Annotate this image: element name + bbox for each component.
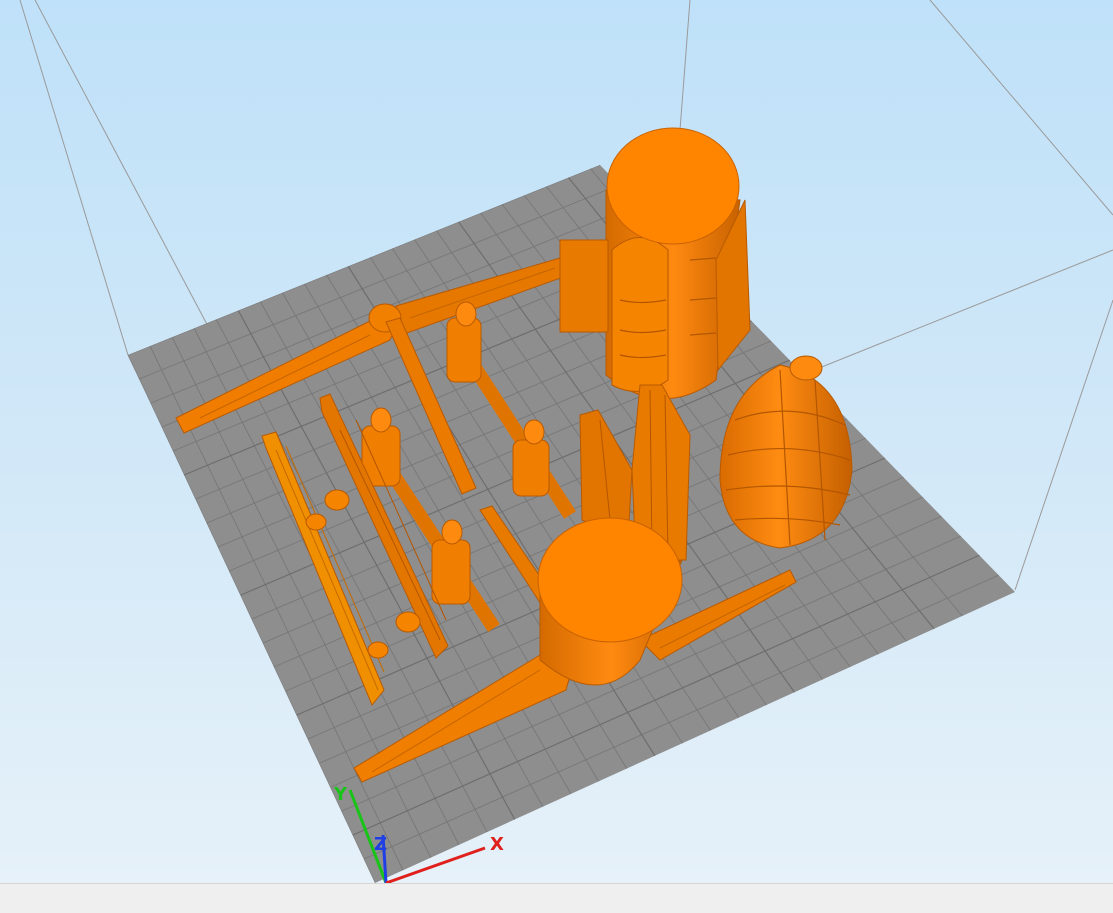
3d-viewport[interactable]: X Y Z: [0, 0, 1113, 883]
axis-x-label: X: [490, 834, 504, 855]
status-bar: [0, 883, 1113, 913]
axis-z-label: Z: [374, 834, 387, 855]
scene: X Y Z: [19, 0, 1113, 883]
axis-y-label: Y: [333, 784, 348, 805]
